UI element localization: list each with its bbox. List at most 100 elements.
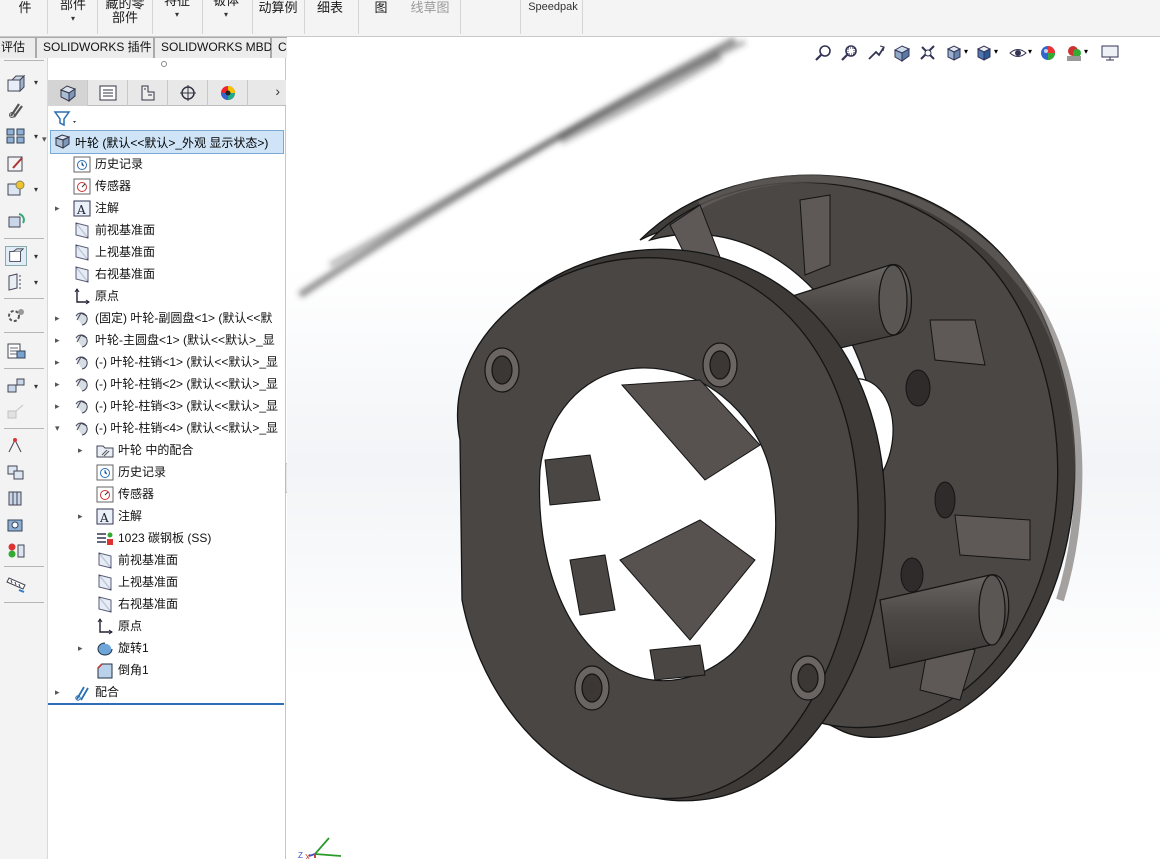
toolbar-separator — [4, 428, 44, 429]
annotation-icon: A — [73, 200, 91, 217]
insert-component-icon[interactable] — [5, 74, 27, 94]
hole-alignment-icon[interactable] — [5, 514, 27, 534]
feature-manager-panel: › ▾ 叶轮 (默认<<默认>_外观 显示状态>) 历史记录 传感器 ▸ A 注解 前视基… — [42, 58, 294, 859]
mate-icon[interactable] — [5, 100, 27, 120]
collapse-arrow-icon[interactable]: ▾ — [42, 134, 47, 145]
chevron-down-icon[interactable]: ▾ — [34, 185, 38, 194]
filter-icon[interactable] — [52, 108, 80, 130]
tree-row-label: 旋转1 — [118, 641, 149, 655]
tree-row-label: 历史记录 — [118, 465, 167, 479]
motion-study-icon[interactable] — [5, 306, 27, 326]
part-icon — [73, 354, 91, 371]
root-assembly-node[interactable]: ▾ 叶轮 (默认<<默认>_外观 显示状态>) — [42, 130, 284, 154]
toolbar-separator — [4, 332, 44, 333]
plane-icon — [73, 266, 91, 283]
impeller-model[interactable] — [287, 37, 1160, 859]
history-icon — [73, 156, 91, 173]
tree-row-label: (-) 叶轮-柱销<3> (默认<<默认>_显 — [95, 399, 279, 413]
expand-arrow-icon[interactable]: ▸ — [55, 352, 65, 373]
root-assembly-label: 叶轮 (默认<<默认>_外观 显示状态>) — [75, 136, 269, 150]
part-icon — [73, 310, 91, 327]
plane-icon — [73, 222, 91, 239]
assembly-features-icon[interactable] — [5, 246, 27, 266]
expand-arrow-icon[interactable]: ▸ — [78, 506, 88, 527]
tree-row-label: 叶轮-主圆盘<1> (默认<<默认>_显 — [95, 333, 275, 347]
exploded-view-icon[interactable] — [5, 376, 27, 396]
ribbon-item-6[interactable]: 细表 — [310, 0, 350, 37]
tab-solidworks-addins[interactable]: SOLIDWORKS 插件 — [36, 37, 154, 58]
left-command-toolbar: ▾ ▾ ▾ ▾ ▾ ▾ — [0, 58, 48, 859]
ribbon-separator — [252, 0, 253, 34]
dimxpert-icon — [179, 85, 196, 101]
ribbon-item-1[interactable]: 部件 ▾ — [53, 0, 93, 34]
tree-rollback-bar[interactable] — [48, 703, 284, 705]
performance-evaluation-icon[interactable] — [5, 540, 27, 560]
tab-property-manager[interactable] — [88, 80, 128, 106]
chevron-down-icon[interactable]: ▾ — [34, 132, 38, 141]
measure-icon[interactable] — [5, 574, 27, 594]
tab-configuration-manager[interactable] — [128, 80, 168, 106]
toolbar-separator — [4, 566, 44, 567]
axis-triad: Z X — [298, 837, 342, 859]
expand-arrow-icon[interactable]: ▸ — [55, 682, 65, 703]
tab-display-manager[interactable] — [208, 80, 248, 106]
ribbon-item-0[interactable]: 件 — [8, 0, 42, 37]
component-pattern-icon[interactable] — [5, 126, 27, 146]
expand-arrow-icon[interactable]: ▸ — [55, 396, 65, 417]
ribbon-item-2[interactable]: 藏的零 部件 — [102, 0, 148, 34]
ribbon-item-9[interactable]: Speedpak — [524, 0, 582, 37]
ribbon-item-7[interactable]: 图 — [368, 0, 394, 37]
ribbon-item-4[interactable]: 钣体 ▾ — [208, 0, 244, 30]
tree-row-label: 上视基准面 — [95, 245, 156, 259]
chevron-down-icon[interactable]: ▾ — [34, 78, 38, 87]
plane-icon — [96, 574, 114, 591]
tab-solidworks-mbd[interactable]: SOLIDWORKS MBD — [154, 37, 272, 58]
move-component-icon[interactable] — [5, 211, 27, 231]
chevron-down-icon[interactable]: ▾ — [34, 252, 38, 261]
chevron-right-icon[interactable]: › — [275, 83, 280, 99]
panel-grip-icon[interactable] — [161, 61, 167, 67]
edit-component-icon[interactable] — [5, 154, 27, 174]
expand-arrow-icon[interactable]: ▸ — [55, 374, 65, 395]
expand-arrow-icon[interactable]: ▸ — [55, 308, 65, 329]
mates-icon — [73, 684, 91, 701]
interference-detection-icon[interactable] — [5, 462, 27, 482]
expand-arrow-icon[interactable]: ▸ — [55, 330, 65, 351]
tree-row-label: 前视基准面 — [118, 553, 179, 567]
chevron-down-icon[interactable]: ▾ — [34, 382, 38, 391]
tree-row-label: 注解 — [95, 201, 120, 215]
toolbar-separator — [4, 602, 44, 603]
clearance-verification-icon[interactable] — [5, 488, 27, 508]
command-ribbon: 件 部件 ▾ 藏的零 部件 特征 ▾ 钣体 ▾ 动算例 细表 图 线草图 Speedp… — [0, 0, 1160, 37]
collapse-arrow-icon[interactable]: ▾ — [55, 418, 65, 439]
tree-row-label: 历史记录 — [95, 157, 144, 171]
tree-row-label: 传感器 — [95, 179, 132, 193]
tab-evaluate[interactable]: 评估 — [0, 37, 36, 58]
reference-geometry-icon[interactable] — [5, 272, 27, 292]
instant3d-icon[interactable] — [5, 436, 27, 456]
graphics-viewport[interactable]: ▾ ▾ ▾ ▾ Z X — [287, 37, 1160, 859]
svg-text:A: A — [99, 511, 109, 525]
tree-row-label: 配合 — [95, 685, 120, 699]
chevron-down-icon[interactable]: ▾ — [34, 278, 38, 287]
explode-line-icon — [7, 404, 24, 419]
new-part-icon[interactable] — [5, 179, 27, 199]
bill-of-materials-icon[interactable] — [5, 341, 27, 361]
plane-icon — [73, 244, 91, 261]
mates-folder-icon — [96, 442, 114, 459]
tab-feature-tree[interactable] — [48, 80, 88, 106]
tree-row-label: 原点 — [95, 289, 120, 303]
expand-arrow-icon[interactable]: ▸ — [78, 440, 88, 461]
tab-dimxpert-manager[interactable] — [168, 80, 208, 106]
expand-arrow-icon[interactable]: ▸ — [78, 638, 88, 659]
toolbar-separator — [4, 60, 44, 61]
tree-row-label: 原点 — [118, 619, 143, 633]
property-manager-icon — [99, 85, 116, 101]
ribbon-separator — [304, 0, 305, 34]
toolbar-separator — [4, 368, 44, 369]
expand-arrow-icon[interactable]: ▸ — [55, 198, 65, 219]
ribbon-item-3[interactable]: 特征 ▾ — [157, 0, 197, 30]
ribbon-separator — [520, 0, 521, 34]
ribbon-item-5[interactable]: 动算例 — [256, 0, 300, 37]
part-icon — [73, 420, 91, 437]
